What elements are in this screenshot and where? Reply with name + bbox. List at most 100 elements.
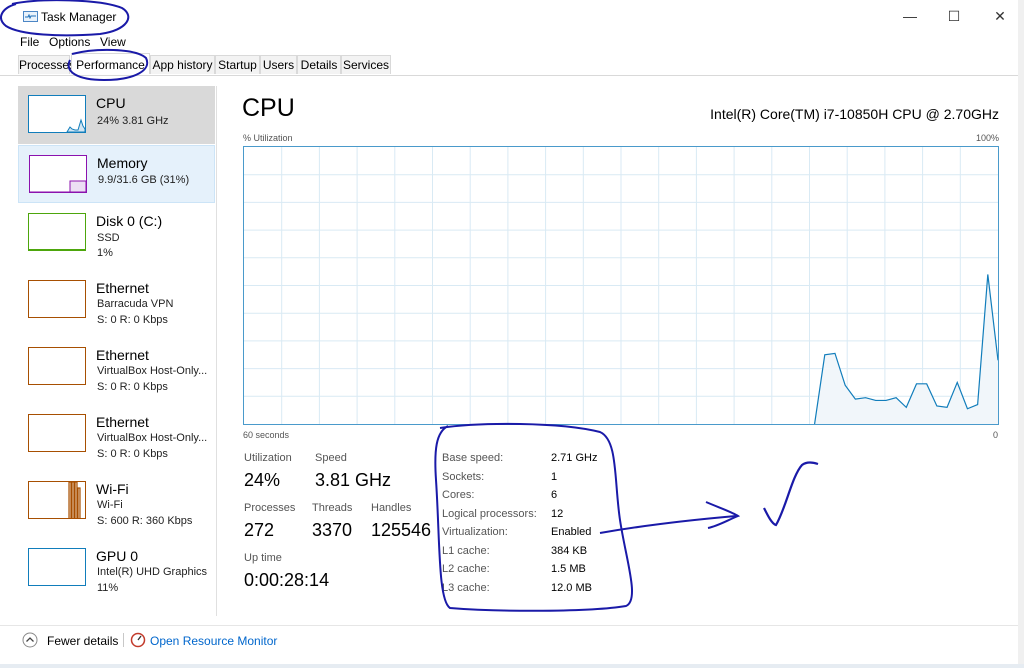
sidebar-item-detail: VirtualBox Host-Only... <box>97 365 208 377</box>
tab-app-history[interactable]: App history <box>150 55 215 74</box>
sidebar-item-name: Ethernet <box>96 414 149 430</box>
menu-file[interactable]: File <box>20 35 39 49</box>
sidebar-item-detail: Barracuda VPN <box>97 298 174 310</box>
spec-label: L3 cache: <box>442 582 490 594</box>
sidebar-item-cpu[interactable]: CPU 24% 3.81 GHz <box>18 86 215 144</box>
tab-bar: Processes Performance App history Startu… <box>0 53 1018 76</box>
chevron-up-icon <box>22 632 38 648</box>
graph-y-max: 100% <box>975 133 999 143</box>
footer-divider <box>123 633 124 647</box>
sidebar-item-disk[interactable]: Disk 0 (C:) SSD 1% <box>18 204 215 262</box>
background-taskbar-edge <box>0 664 1024 668</box>
spec-value: Enabled <box>551 526 592 538</box>
graph-x-label-right: 0 <box>993 430 999 440</box>
spec-label: Logical processors: <box>442 508 537 520</box>
gpu-thumbnail-graph <box>28 548 86 586</box>
tab-details[interactable]: Details <box>297 55 341 74</box>
sidebar-item-name: Wi-Fi <box>96 481 129 497</box>
handles-label: Handles <box>371 502 412 514</box>
uptime-value: 0:00:28:14 <box>244 570 330 590</box>
ethernet-thumbnail-graph <box>28 347 86 385</box>
spec-label: Base speed: <box>442 452 504 464</box>
tab-startup[interactable]: Startup <box>215 55 260 74</box>
handles-value: 125546 <box>371 520 432 540</box>
sidebar-item-ethernet-3[interactable]: Ethernet VirtualBox Host-Only... S: 0 R:… <box>18 405 215 463</box>
spec-label: L1 cache: <box>442 545 490 557</box>
spec-value: 12.0 MB <box>551 582 592 594</box>
sidebar-item-detail: VirtualBox Host-Only... <box>97 432 208 444</box>
speed-label: Speed <box>315 452 347 464</box>
spec-value: 2.71 GHz <box>551 452 598 464</box>
tab-performance[interactable]: Performance <box>71 53 150 74</box>
sidebar-item-name: GPU 0 <box>96 548 139 564</box>
close-icon: ✕ <box>994 7 1006 24</box>
utilization-value: 24% <box>244 470 281 490</box>
task-manager-app-icon <box>23 11 38 22</box>
maximize-button[interactable]: ☐ <box>931 0 977 32</box>
sidebar-item-memory[interactable]: Memory 9.9/31.6 GB (31%) <box>18 145 215 203</box>
spec-value: 6 <box>551 489 558 501</box>
minimize-button[interactable]: — <box>887 0 933 32</box>
spec-label: L2 cache: <box>442 563 490 575</box>
resource-sidebar: CPU 24% 3.81 GHz Memory 9.9/31.6 GB (31%… <box>18 86 215 616</box>
menu-bar: File Options View <box>0 32 1018 50</box>
ethernet-thumbnail-graph <box>28 280 86 318</box>
fewer-details-label[interactable]: Fewer details <box>47 634 118 648</box>
sidebar-item-wifi[interactable]: Wi-Fi Wi-Fi S: 600 R: 360 Kbps <box>18 472 215 530</box>
processes-value: 272 <box>244 520 275 540</box>
footer-bar: Fewer details Open Resource Monitor <box>0 625 1018 656</box>
ethernet-thumbnail-graph <box>28 414 86 452</box>
tab-services[interactable]: Services <box>341 55 391 74</box>
sidebar-item-detail-2: S: 0 R: 0 Kbps <box>97 448 168 460</box>
close-button[interactable]: ✕ <box>977 0 1018 32</box>
open-resource-monitor-link[interactable]: Open Resource Monitor <box>150 634 277 648</box>
sidebar-item-detail-2: S: 0 R: 0 Kbps <box>97 314 168 326</box>
spec-label: Virtualization: <box>442 526 508 538</box>
sidebar-item-detail-2: 1% <box>97 247 113 259</box>
sidebar-item-name: Disk 0 (C:) <box>96 213 163 229</box>
sidebar-divider <box>216 86 217 616</box>
maximize-icon: ☐ <box>947 7 961 24</box>
menu-view[interactable]: View <box>100 35 126 49</box>
cpu-utilization-area <box>814 274 998 424</box>
sidebar-item-name: Memory <box>97 155 148 171</box>
background-window-edge <box>1018 0 1024 668</box>
spec-label: Cores: <box>442 489 475 501</box>
sidebar-item-detail: 9.9/31.6 GB (31%) <box>98 174 190 186</box>
cpu-thumbnail-graph <box>28 95 86 133</box>
panel-title: CPU <box>242 94 295 122</box>
memory-thumbnail-graph <box>29 155 87 193</box>
resource-monitor-icon <box>130 632 146 648</box>
sidebar-item-name: Ethernet <box>96 280 149 296</box>
graph-x-label-left: 60 seconds <box>243 430 290 440</box>
utilization-label: Utilization <box>244 452 292 464</box>
wifi-thumbnail-graph <box>28 481 86 519</box>
spec-value: 1.5 MB <box>551 563 586 575</box>
sidebar-item-ethernet-2[interactable]: Ethernet VirtualBox Host-Only... S: 0 R:… <box>18 338 215 396</box>
sidebar-item-detail: 24% 3.81 GHz <box>97 115 169 127</box>
sidebar-item-detail-2: S: 600 R: 360 Kbps <box>97 515 193 527</box>
window-title: Task Manager <box>41 10 117 24</box>
disk-thumbnail-graph <box>28 213 86 251</box>
sidebar-item-ethernet-1[interactable]: Ethernet Barracuda VPN S: 0 R: 0 Kbps <box>18 271 215 329</box>
cpu-utilization-graph-svg <box>244 147 999 425</box>
title-bar[interactable]: Task Manager — ☐ ✕ <box>0 0 1018 32</box>
fewer-details-button[interactable] <box>22 632 38 648</box>
spec-value: 12 <box>551 508 564 520</box>
sidebar-item-name: CPU <box>96 95 126 111</box>
tab-processes[interactable]: Processes <box>18 55 75 74</box>
tab-users[interactable]: Users <box>260 55 297 74</box>
sidebar-item-name: Ethernet <box>96 347 149 363</box>
spec-value: 1 <box>551 471 558 483</box>
sidebar-item-detail-2: S: 0 R: 0 Kbps <box>97 381 168 393</box>
menu-options[interactable]: Options <box>49 35 90 49</box>
threads-value: 3370 <box>312 520 353 540</box>
sidebar-item-gpu[interactable]: GPU 0 Intel(R) UHD Graphics 11% <box>18 539 215 597</box>
spec-value: 384 KB <box>551 545 588 557</box>
sidebar-item-detail: Intel(R) UHD Graphics <box>97 566 208 578</box>
sidebar-item-detail: Wi-Fi <box>97 499 123 511</box>
threads-label: Threads <box>312 502 353 514</box>
uptime-label: Up time <box>244 552 282 564</box>
cpu-utilization-graph <box>243 146 999 425</box>
sidebar-item-detail-2: 11% <box>97 582 119 594</box>
